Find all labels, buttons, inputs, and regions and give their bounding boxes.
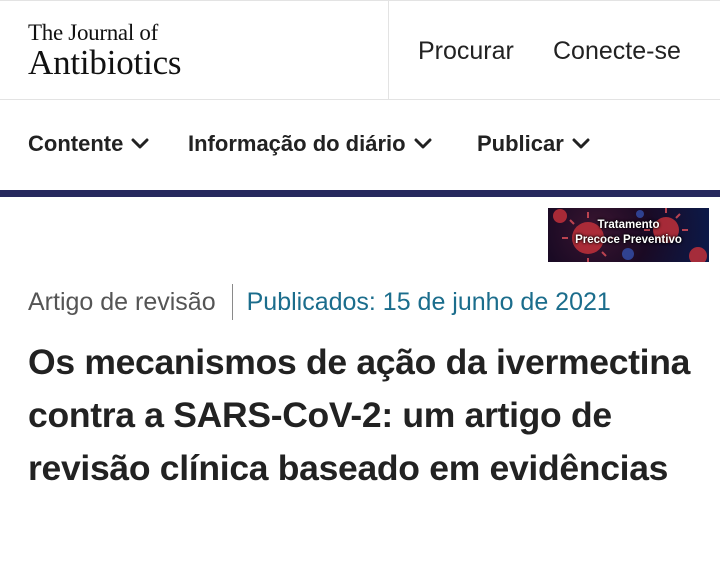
nav-item-journal-info[interactable]: Informação do diário (188, 131, 432, 157)
main-nav: Contente Informação do diário Publicar (0, 100, 720, 190)
chevron-down-icon (131, 138, 149, 149)
article-meta: Artigo de revisão Publicados: 15 de junh… (28, 284, 611, 320)
chevron-down-icon (414, 138, 432, 149)
ad-banner[interactable]: Tratamento Precoce Preventivo (548, 208, 709, 262)
chevron-down-icon (572, 138, 590, 149)
search-link[interactable]: Procurar (418, 37, 514, 66)
meta-divider (231, 284, 233, 320)
publication-date: Publicados: 15 de junho de 2021 (246, 287, 611, 316)
article-title: Os mecanismos de ação da ivermectina con… (28, 342, 691, 488)
header-divider (388, 1, 389, 100)
login-link[interactable]: Conecte-se (553, 37, 681, 66)
journal-logo[interactable]: The Journal of Antibiotics (28, 20, 182, 82)
ad-text: Tratamento Precoce Preventivo (548, 218, 709, 248)
nav-accent-rule (0, 190, 720, 197)
journal-logo-line1: The Journal of (28, 20, 158, 45)
nav-item-label: Contente (28, 131, 124, 156)
nav-item-label: Publicar (477, 131, 564, 156)
nav-item-publish[interactable]: Publicar (477, 131, 590, 157)
ad-text-line2: Precoce Preventivo (575, 234, 682, 246)
site-header: The Journal of Antibiotics Procurar Cone… (0, 0, 720, 100)
ad-text-line1: Tratamento (597, 219, 660, 231)
article-type: Artigo de revisão (28, 287, 216, 316)
nav-item-content[interactable]: Contente (28, 131, 149, 157)
nav-item-label: Informação do diário (188, 131, 406, 156)
journal-logo-line2: Antibiotics (28, 43, 182, 82)
